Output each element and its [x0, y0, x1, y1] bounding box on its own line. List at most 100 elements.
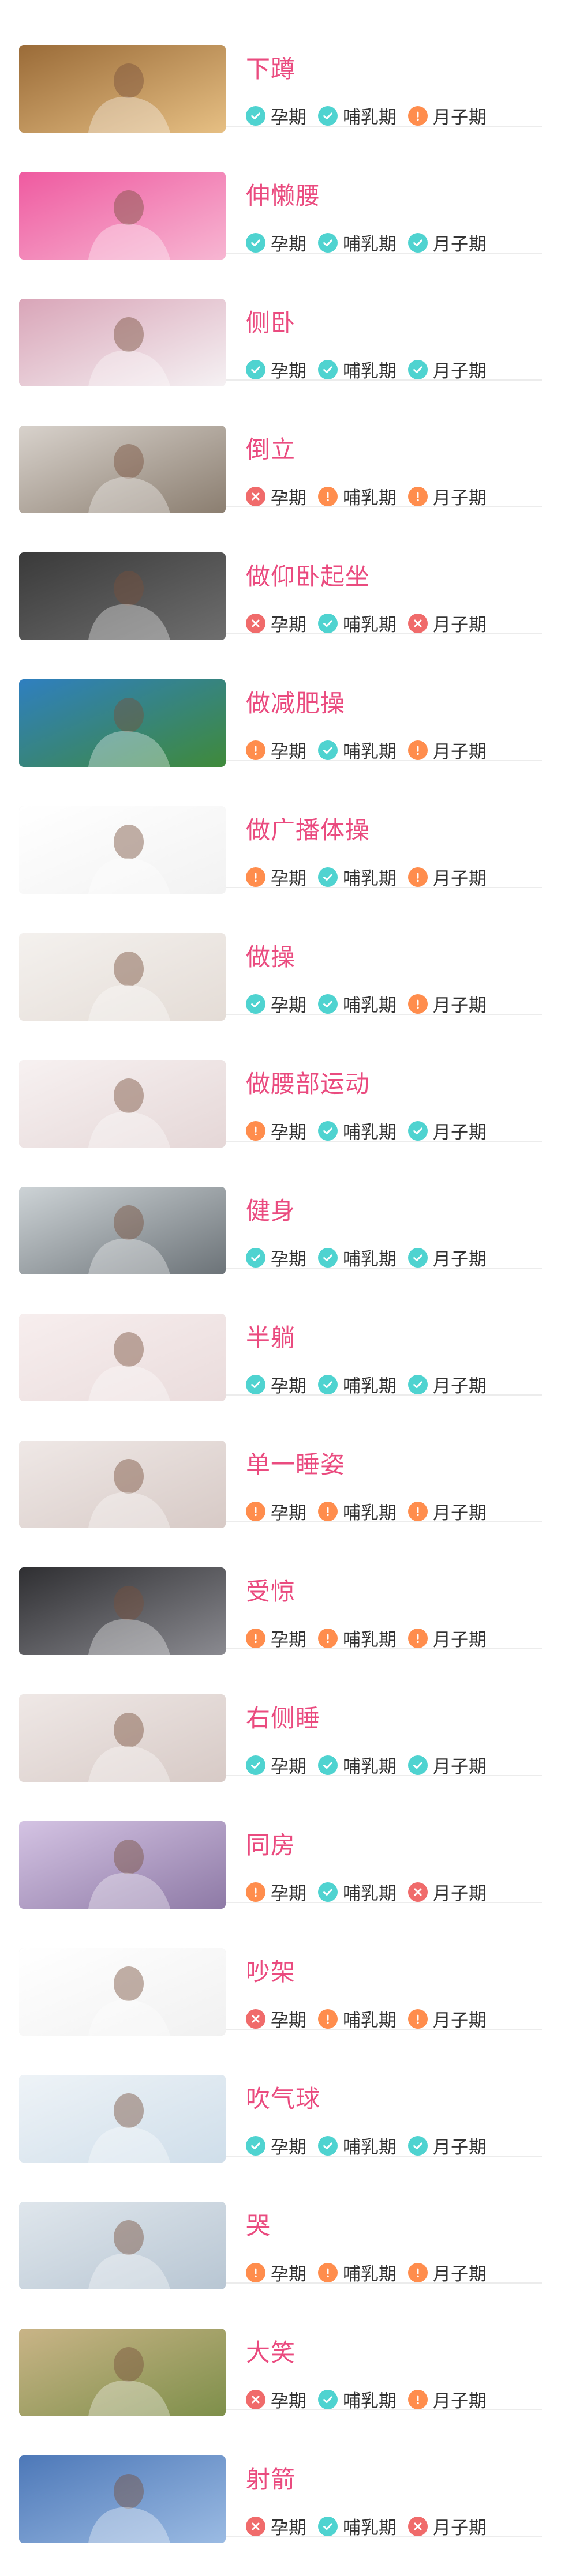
couple-arguing-photo [19, 1948, 226, 2036]
activity-list-item[interactable]: 侧卧 孕期 哺乳期 月子期 [19, 254, 542, 386]
couple-arguing-photo-graphic [19, 1948, 226, 2036]
lactation-label: 哺乳期 [343, 2137, 397, 2158]
exclamation-icon [408, 1628, 428, 1648]
activity-list-item[interactable]: 射箭 孕期 哺乳期 月子期 [19, 2410, 542, 2543]
women-situps-gym-photo-graphic [19, 552, 226, 640]
lactation-status: 哺乳期 [318, 991, 397, 1017]
pregnant-woman-reclining-photo [19, 1314, 226, 1401]
confinement-label: 月子期 [433, 234, 487, 255]
lactation-status: 哺乳期 [318, 1879, 397, 1905]
pregnancy-label: 孕期 [271, 2010, 306, 2031]
lactation-status: 哺乳期 [318, 483, 397, 509]
pregnancy-label: 孕期 [271, 615, 306, 635]
check-icon [246, 994, 265, 1014]
activity-list-item[interactable]: 做仰卧起坐 孕期 哺乳期 月子期 [19, 507, 542, 640]
pregnancy-label: 孕期 [271, 2264, 306, 2285]
activity-list-item[interactable]: 做操 孕期 哺乳期 月子期 [19, 888, 542, 1021]
status-tags: 孕期 哺乳期 月子期 [246, 1118, 498, 1144]
activity-list-item[interactable]: 健身 孕期 哺乳期 月子期 [19, 1142, 542, 1274]
pregnancy-label: 孕期 [271, 1249, 306, 1270]
activity-list-item[interactable]: 下蹲 孕期 哺乳期 月子期 [19, 0, 542, 133]
pregnant-woman-reclining-photo-graphic [19, 1314, 226, 1401]
activity-list-item[interactable]: 倒立 孕期 哺乳期 月子期 [19, 381, 542, 513]
activity-list-item[interactable]: 做减肥操 孕期 哺乳期 月子期 [19, 634, 542, 767]
activity-list-item[interactable]: 大笑 孕期 哺乳期 月子期 [19, 2284, 542, 2416]
headstand-silhouette-photo [19, 426, 226, 513]
pregnancy-status: 孕期 [246, 1371, 306, 1397]
confinement-label: 月子期 [433, 1249, 487, 1270]
check-icon [408, 1120, 428, 1141]
status-tags: 孕期 哺乳期 月子期 [246, 103, 498, 129]
confinement-status: 月子期 [408, 1118, 487, 1144]
status-tags: 孕期 哺乳期 月子期 [246, 2259, 498, 2285]
activity-title: 做操 [246, 943, 296, 971]
woman-sitting-bed-photo [19, 45, 226, 133]
status-tags: 孕期 哺乳期 月子期 [246, 1498, 498, 1524]
pregnancy-status: 孕期 [246, 1879, 306, 1905]
activity-title: 受惊 [246, 1577, 296, 1605]
woman-gym-bike-photo-graphic [19, 1187, 226, 1274]
pregnancy-label: 孕期 [271, 1122, 306, 1143]
activity-list-item[interactable]: 单一睡姿 孕期 哺乳期 月子期 [19, 1396, 542, 1528]
check-icon [246, 232, 265, 253]
check-icon [246, 359, 265, 379]
lactation-status: 哺乳期 [318, 864, 397, 890]
pregnancy-label: 孕期 [271, 995, 306, 1016]
activity-title: 做腰部运动 [246, 1070, 371, 1098]
activity-list-item[interactable]: 哭 孕期 哺乳期 月子期 [19, 2157, 542, 2289]
archer-sky-photo [19, 2455, 226, 2543]
activity-title: 射箭 [246, 2465, 296, 2494]
lactation-status: 哺乳期 [318, 1498, 397, 1524]
pregnancy-label: 孕期 [271, 742, 306, 762]
activity-title: 大笑 [246, 2338, 296, 2367]
confinement-label: 月子期 [433, 2137, 487, 2158]
lactation-status: 哺乳期 [318, 356, 397, 382]
activity-list-item[interactable]: 做广播体操 孕期 哺乳期 月子期 [19, 761, 542, 894]
status-tags: 孕期 哺乳期 月子期 [246, 737, 498, 763]
pregnancy-status: 孕期 [246, 2259, 306, 2285]
status-tags: 孕期 哺乳期 月子期 [246, 356, 498, 382]
couple-under-blanket-photo [19, 1821, 226, 1909]
lactation-label: 哺乳期 [343, 995, 397, 1016]
activity-list-item[interactable]: 伸懒腰 孕期 哺乳期 月子期 [19, 127, 542, 260]
confinement-status: 月子期 [408, 737, 487, 763]
check-icon [318, 106, 338, 126]
pregnancy-label: 孕期 [271, 361, 306, 382]
pregnancy-status: 孕期 [246, 991, 306, 1017]
exclamation-icon [246, 1501, 265, 1521]
confinement-status: 月子期 [408, 1371, 487, 1397]
lactation-label: 哺乳期 [343, 2010, 397, 2031]
woman-crying-photo [19, 2202, 226, 2289]
lactation-status: 哺乳期 [318, 230, 397, 255]
lactation-label: 哺乳期 [343, 1757, 397, 1777]
woman-stretching-photo [19, 172, 226, 260]
activity-list-item[interactable]: 吹气球 孕期 哺乳期 月子期 [19, 2030, 542, 2163]
pregnancy-label: 孕期 [271, 2518, 306, 2539]
pregnant-women-exercise-balls-photo-graphic [19, 933, 226, 1021]
activity-list-item[interactable]: 同房 孕期 哺乳期 月子期 [19, 1776, 542, 1909]
pregnancy-status: 孕期 [246, 483, 306, 509]
pregnant-woman-lying-side-photo-graphic [19, 299, 226, 386]
confinement-label: 月子期 [433, 2264, 487, 2285]
woman-sitting-bed-photo-graphic [19, 45, 226, 133]
activity-title: 半躺 [246, 1323, 296, 1352]
activity-list-item[interactable]: 受惊 孕期 哺乳期 月子期 [19, 1522, 542, 1655]
activity-list-item[interactable]: 右侧睡 孕期 哺乳期 月子期 [19, 1649, 542, 1782]
check-icon [408, 1755, 428, 1775]
pregnant-women-exercise-balls-photo [19, 933, 226, 1021]
check-icon [408, 1247, 428, 1268]
lactation-status: 哺乳期 [318, 1244, 397, 1270]
check-icon [408, 1374, 428, 1394]
exclamation-icon [408, 994, 428, 1014]
activity-list-item[interactable]: 半躺 孕期 哺乳期 月子期 [19, 1269, 542, 1401]
exclamation-icon [246, 867, 265, 887]
woman-screaming-photo [19, 1567, 226, 1655]
confinement-status: 月子期 [408, 2386, 487, 2412]
activity-list-item[interactable]: 做腰部运动 孕期 哺乳期 月子期 [19, 1015, 542, 1148]
pregnancy-label: 孕期 [271, 1757, 306, 1777]
lactation-label: 哺乳期 [343, 2264, 397, 2285]
activity-list-item[interactable]: 吵架 孕期 哺乳期 月子期 [19, 1903, 542, 2036]
woman-gym-bike-photo [19, 1187, 226, 1274]
pregnancy-label: 孕期 [271, 488, 306, 509]
status-tags: 孕期 哺乳期 月子期 [246, 1879, 498, 1905]
